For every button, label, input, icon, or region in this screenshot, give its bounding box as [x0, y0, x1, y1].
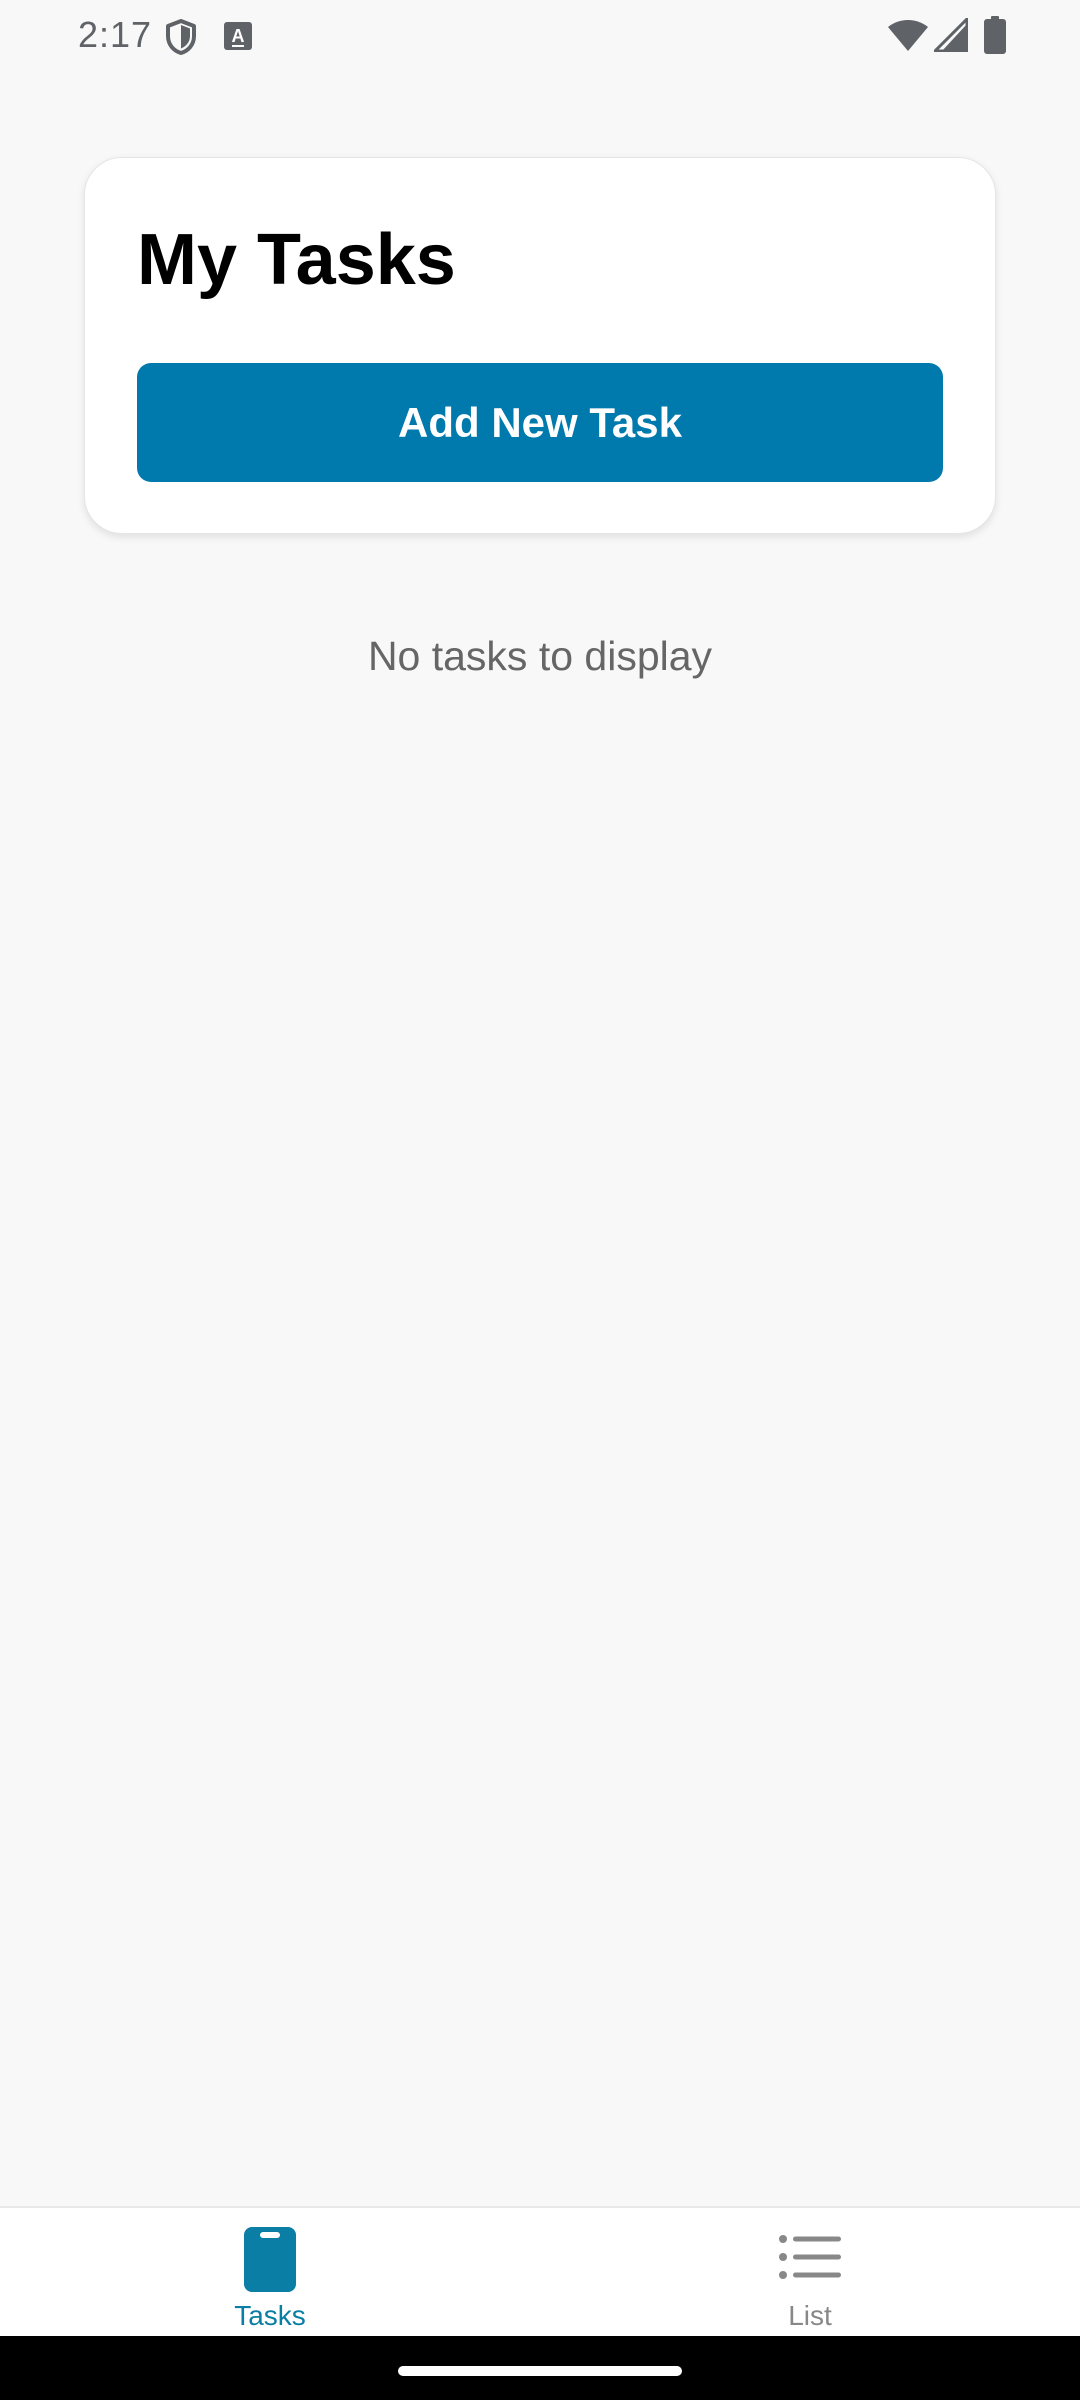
keyboard-a-icon: A — [224, 22, 252, 55]
tab-tasks-label: Tasks — [234, 2300, 306, 2331]
empty-state-message: No tasks to display — [367, 633, 713, 679]
svg-text:A: A — [232, 26, 245, 46]
system-nav-bar — [0, 2336, 1080, 2400]
clipboard-icon — [243, 2223, 297, 2298]
tab-tasks[interactable]: Tasks — [0, 2208, 540, 2338]
status-time: 2:17 — [78, 14, 153, 55]
screen: 2:17 A My Tasks Add New Task No tasks to… — [0, 0, 1080, 2400]
cell-signal-icon — [933, 17, 969, 57]
bottom-nav: Tasks List — [0, 2206, 1080, 2336]
tab-list-label: List — [788, 2300, 832, 2331]
home-gesture-handle[interactable] — [398, 2366, 682, 2376]
add-new-task-button[interactable]: Add New Task — [137, 363, 943, 482]
header-card: My Tasks Add New Task — [84, 157, 996, 534]
status-bar: 2:17 A — [0, 0, 1080, 72]
page-title: My Tasks — [137, 220, 456, 300]
wifi-icon — [888, 20, 928, 57]
tab-list[interactable]: List — [540, 2208, 1080, 2338]
shield-icon — [164, 18, 198, 61]
list-icon — [779, 2235, 841, 2284]
battery-icon — [984, 16, 1006, 59]
